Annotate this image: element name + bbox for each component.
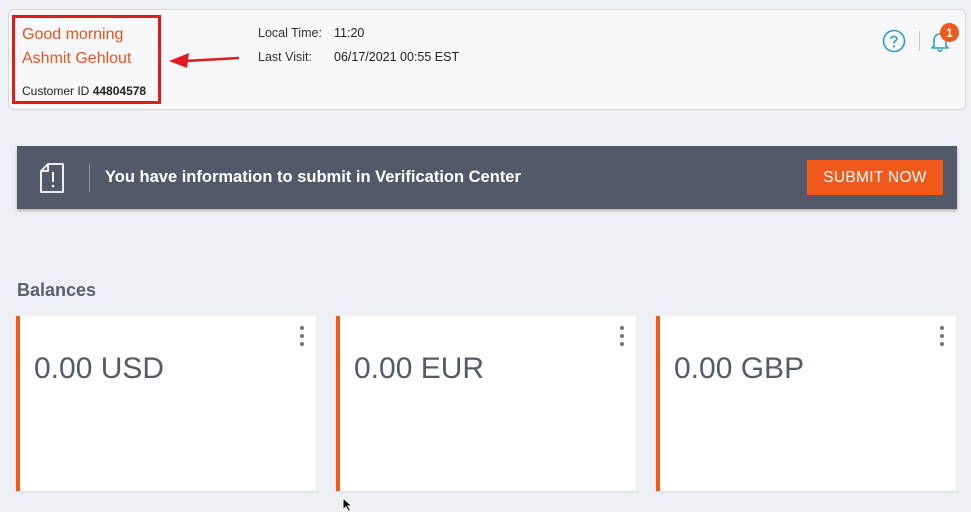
local-time-label: Local Time: — [258, 26, 322, 40]
greeting-text: Good morning — [22, 26, 124, 43]
balance-amount: 0.00 GBP — [674, 352, 805, 385]
more-options-icon[interactable] — [616, 326, 628, 346]
document-icon — [40, 163, 64, 193]
annotation-arrow-icon — [169, 53, 240, 68]
banner-separator — [89, 164, 90, 192]
last-visit-label: Last Visit: — [258, 50, 312, 64]
mouse-cursor-icon — [342, 497, 354, 512]
balance-card-usd[interactable]: 0.00 USD — [16, 316, 316, 491]
balance-card-eur[interactable]: 0.00 EUR — [336, 316, 636, 491]
customer-id-value: 44804578 — [92, 84, 147, 98]
verification-banner: You have information to submit in Verifi… — [17, 146, 957, 209]
balances-title: Balances — [17, 280, 97, 300]
balance-card-gbp[interactable]: 0.00 GBP — [656, 316, 956, 491]
customer-id: Customer ID 44804578 — [22, 84, 146, 98]
help-icon[interactable] — [882, 29, 906, 53]
greeting-highlight-box: Good morning Ashmit Gehlout Customer ID … — [12, 15, 161, 104]
more-options-icon[interactable] — [296, 326, 308, 346]
more-options-icon[interactable] — [936, 326, 948, 346]
header-card: Good morning Ashmit Gehlout Customer ID … — [8, 9, 966, 110]
header-separator — [919, 31, 920, 51]
customer-id-label: Customer ID — [22, 84, 90, 98]
notification-badge[interactable]: 1 — [940, 23, 959, 42]
balance-amount: 0.00 EUR — [354, 352, 485, 385]
verification-message: You have information to submit in Verifi… — [105, 168, 521, 186]
last-visit-value: 06/17/2021 00:55 EST — [334, 50, 460, 64]
submit-now-button[interactable]: SUBMIT NOW — [807, 160, 943, 195]
user-name: Ashmit Gehlout — [22, 50, 132, 67]
local-time-value: 11:20 — [334, 26, 365, 40]
balance-amount: 0.00 USD — [34, 352, 165, 385]
